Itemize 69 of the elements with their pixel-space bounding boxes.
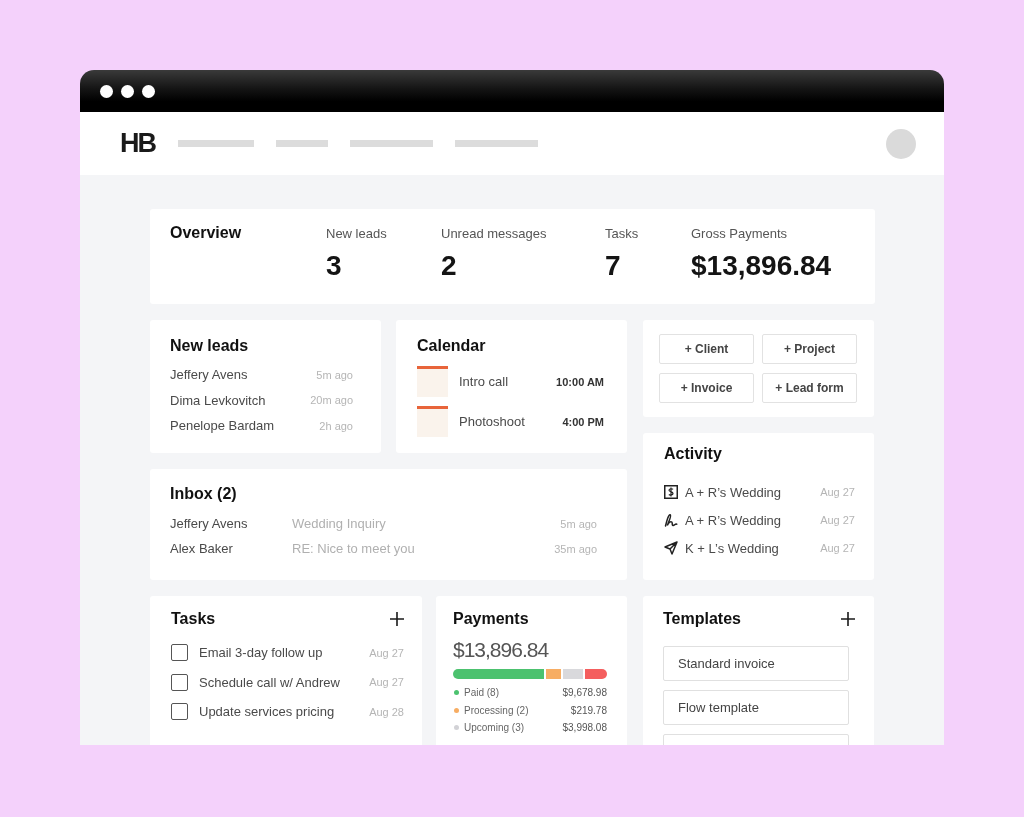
paper-plane-icon	[664, 541, 678, 555]
window-control-icon[interactable]	[142, 84, 155, 98]
event-name[interactable]: Photoshoot	[459, 414, 563, 429]
payments-total: $13,896.84	[453, 637, 550, 663]
quick-action-button[interactable]: + Lead form	[762, 373, 857, 403]
stat-label: Gross Payments	[691, 226, 788, 242]
message-time: 5m ago	[560, 517, 597, 530]
lead-name[interactable]: Jeffery Avens	[170, 367, 248, 383]
card-title: Tasks	[171, 609, 216, 629]
card-title: Activity	[664, 444, 723, 464]
event-name[interactable]: Intro call	[459, 374, 557, 389]
activity-date: Aug 27	[820, 514, 855, 526]
quick-action-button[interactable]: + Invoice	[659, 373, 754, 403]
stat-label: Tasks	[605, 226, 639, 242]
stat-value: 7	[605, 250, 621, 282]
activity-date: Aug 27	[820, 486, 855, 498]
message-time: 35m ago	[554, 542, 597, 555]
task-label[interactable]: Email 3-day follow up	[199, 645, 370, 661]
activity-title[interactable]: K + L’s Wedding	[685, 540, 821, 556]
lead-name[interactable]: Penelope Bardam	[170, 418, 275, 434]
stat-label: New leads	[326, 226, 387, 242]
quick-action-button[interactable]: + Client	[659, 334, 754, 364]
activity-title[interactable]: A + R’s Wedding	[685, 512, 821, 528]
stat-value: $13,896.84	[691, 250, 832, 282]
stat-label: Unread messages	[441, 226, 547, 242]
message-sender[interactable]: Jeffery Avens	[170, 516, 292, 531]
window-control-icon[interactable]	[100, 84, 113, 98]
calendar-page-icon	[417, 406, 448, 437]
task-date: Aug 27	[369, 676, 404, 689]
plus-icon[interactable]	[841, 612, 855, 626]
card-title: New leads	[170, 336, 250, 356]
task-checkbox[interactable]	[171, 644, 188, 662]
legend-label: Upcoming (3)	[464, 722, 526, 734]
template-item[interactable]: Standard invoice	[663, 646, 849, 681]
lead-time: 2h ago	[319, 419, 353, 432]
legend-label: Processing (2)	[464, 704, 530, 716]
task-checkbox[interactable]	[171, 673, 188, 691]
lead-time: 20m ago	[310, 394, 353, 407]
logo[interactable]: HB	[120, 130, 158, 157]
card-title: Inbox (2)	[170, 484, 238, 504]
activity-title[interactable]: A + R’s Wedding	[685, 484, 821, 500]
task-date: Aug 27	[369, 646, 404, 659]
event-time: 10:00 AM	[556, 375, 604, 388]
lead-name[interactable]: Dima Levkovitch	[170, 392, 266, 408]
legend-amount: $219.78	[570, 704, 607, 716]
task-checkbox[interactable]	[171, 703, 188, 721]
plus-icon[interactable]	[390, 612, 404, 626]
legend-label: Paid (8)	[464, 687, 500, 699]
card-title: Payments	[453, 609, 530, 629]
calendar-page-icon	[417, 366, 448, 397]
legend-amount: $3,998.08	[562, 722, 607, 734]
window-control-icon[interactable]	[121, 84, 134, 98]
quick-action-button[interactable]: + Project	[762, 334, 857, 364]
task-label[interactable]: Update services pricing	[199, 704, 370, 720]
stat-value: 3	[326, 250, 342, 282]
task-label[interactable]: Schedule call w/ Andrew	[199, 674, 370, 690]
stat-value: 2	[441, 250, 457, 282]
receipt-icon	[664, 485, 678, 499]
template-item[interactable]: Flow template	[663, 690, 849, 725]
event-time: 4:00 PM	[562, 415, 604, 428]
signature-icon	[664, 513, 678, 527]
message-sender[interactable]: Alex Baker	[170, 541, 292, 556]
card-title: Templates	[663, 609, 741, 629]
card-title: Calendar	[417, 336, 487, 356]
task-date: Aug 28	[369, 705, 404, 718]
lead-time: 5m ago	[316, 368, 353, 381]
legend-amount: $9,678.98	[562, 687, 607, 699]
card-title: Overview	[170, 223, 243, 243]
activity-date: Aug 27	[820, 542, 855, 554]
